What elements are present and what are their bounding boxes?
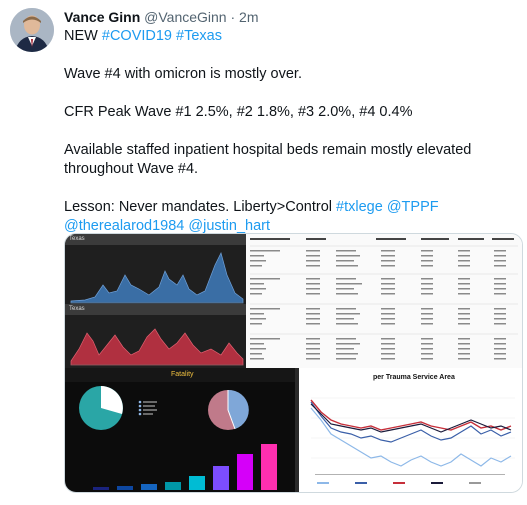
tweet-line-4: Available staffed inpatient hospital bed… (64, 142, 472, 177)
author-handle[interactable]: @VanceGinn (144, 9, 226, 25)
hospital-beds-table (250, 238, 518, 360)
red-area-chart (70, 328, 244, 366)
panel-top-label: Texas (69, 236, 85, 242)
hashtag-txlege[interactable]: #txlege (336, 199, 383, 215)
separator: · (230, 9, 236, 25)
tweet-line-3: CFR Peak Wave #1 2.5%, #2 1.8%, #3 2.0%,… (64, 104, 413, 120)
hashtag-covid19[interactable]: #COVID19 (102, 28, 172, 44)
tweet-line-1: NEW #COVID19 #Texas (64, 27, 522, 46)
tweet-header: Vance Ginn @VanceGinn · 2m (64, 8, 259, 26)
mention-justin-hart[interactable]: @justin_hart (188, 218, 270, 234)
text-lesson: Lesson: Never mandates. Liberty>Control (64, 199, 332, 215)
author-name[interactable]: Vance Ginn (64, 9, 140, 25)
panel-mid-label: Texas (69, 306, 85, 312)
media-panel-trauma[interactable]: per Trauma Service Area (295, 368, 522, 492)
tweet-card[interactable]: Vance Ginn @VanceGinn · 2m NEW #COVID19 … (0, 0, 527, 505)
tweet-time[interactable]: 2m (239, 9, 258, 25)
tweet-text: NEW #COVID19 #Texas Wave #4 with omicron… (64, 27, 522, 236)
trauma-line-chart (295, 368, 515, 492)
avatar-image (10, 8, 54, 52)
blue-area-chart (70, 252, 244, 304)
tweet-media[interactable]: Texas Texas Fatality per Trauma Service … (64, 233, 523, 493)
panel-header-bar (65, 234, 246, 245)
tweet-line-5: Lesson: Never mandates. Liberty>Control … (64, 198, 522, 217)
panel-header-bar-2 (65, 304, 246, 315)
mention-therealarod1984[interactable]: @therealarod1984 (64, 218, 184, 234)
text-new: NEW (64, 28, 98, 44)
fatality-charts (79, 386, 277, 490)
media-panel-data-table[interactable] (246, 234, 522, 368)
tweet-line-2: Wave #4 with omicron is mostly over. (64, 66, 302, 82)
hashtag-texas[interactable]: #Texas (176, 28, 222, 44)
mention-tppf[interactable]: @TPPF (387, 199, 439, 215)
media-panel-area-charts[interactable]: Texas Texas (65, 234, 246, 368)
media-panel-fatality[interactable]: Fatality (65, 368, 295, 492)
avatar[interactable] (10, 8, 54, 52)
